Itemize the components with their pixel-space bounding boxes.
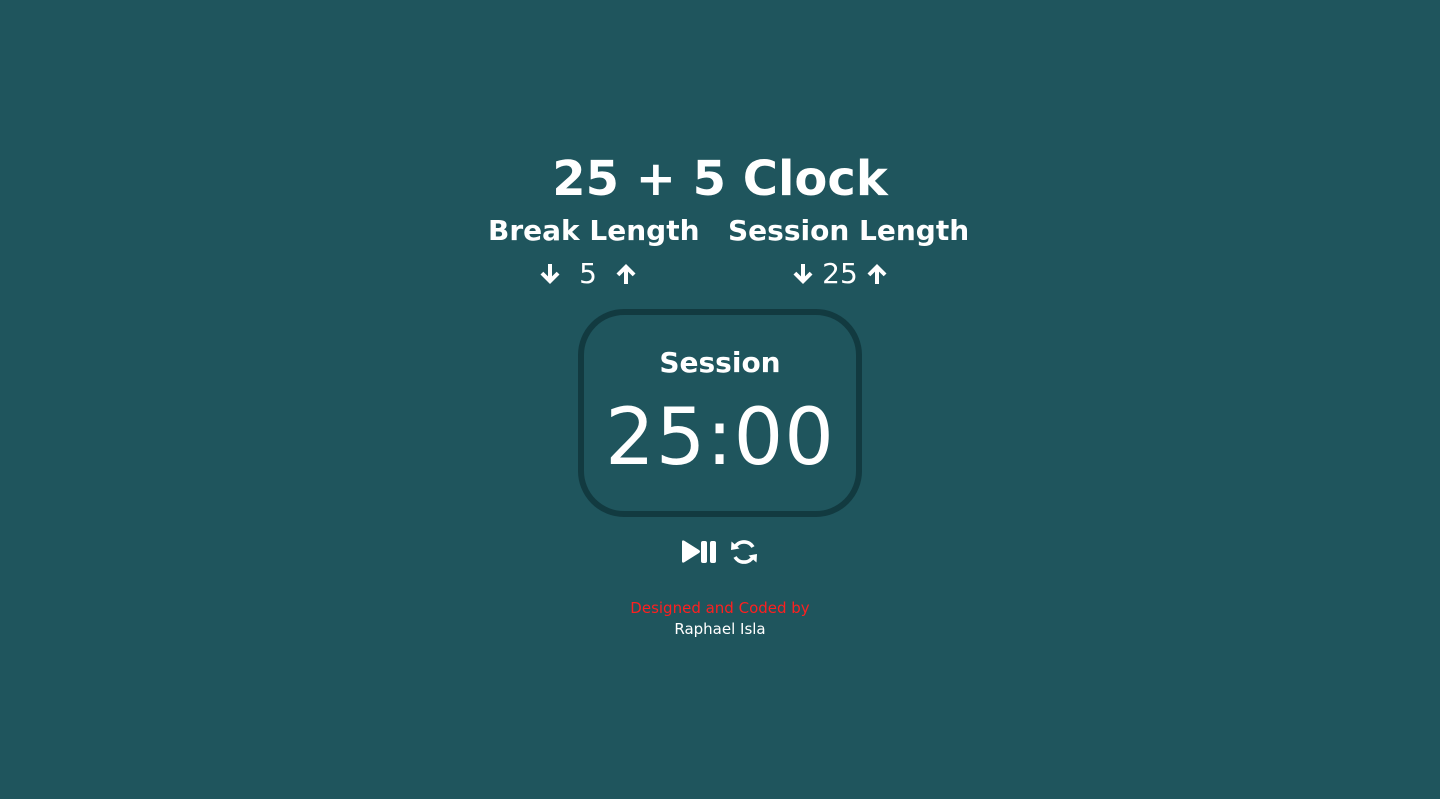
- footer-author: Raphael Isla: [674, 620, 766, 638]
- arrow-down-icon: [793, 264, 813, 284]
- app-title: 25 + 5 Clock: [552, 151, 888, 207]
- arrow-up-icon: [867, 264, 887, 284]
- reset-button[interactable]: [728, 538, 760, 566]
- footer: Designed and Coded by Raphael Isla: [0, 598, 1440, 640]
- time-left: 25:00: [605, 393, 835, 483]
- break-label: Break Length: [488, 214, 700, 247]
- footer-credit: Designed and Coded by: [630, 599, 810, 617]
- timer-label: Session: [659, 346, 781, 379]
- break-controls: 5: [488, 254, 688, 294]
- break-increment-button[interactable]: [613, 260, 639, 288]
- break-length-control: Break Length 5: [488, 212, 700, 294]
- start-stop-button[interactable]: [680, 539, 718, 565]
- clock-app: 25 + 5 Clock Break Length 5 Session Leng…: [0, 0, 1440, 799]
- break-length-value: 5: [579, 257, 597, 290]
- session-length-control: Session Length 25: [728, 212, 970, 294]
- timer-controls: [0, 538, 1440, 566]
- play-pause-icon: [682, 540, 716, 563]
- session-length-label: Session Length: [728, 214, 970, 247]
- session-increment-button[interactable]: [864, 260, 890, 288]
- timer-display: Session 25:00: [578, 309, 862, 517]
- break-decrement-button[interactable]: [537, 260, 563, 288]
- refresh-icon: [731, 540, 757, 564]
- arrow-up-icon: [616, 264, 636, 284]
- arrow-down-icon: [540, 264, 560, 284]
- session-length-value: 25: [822, 257, 858, 290]
- session-controls: 25: [728, 254, 952, 294]
- session-decrement-button[interactable]: [790, 260, 816, 288]
